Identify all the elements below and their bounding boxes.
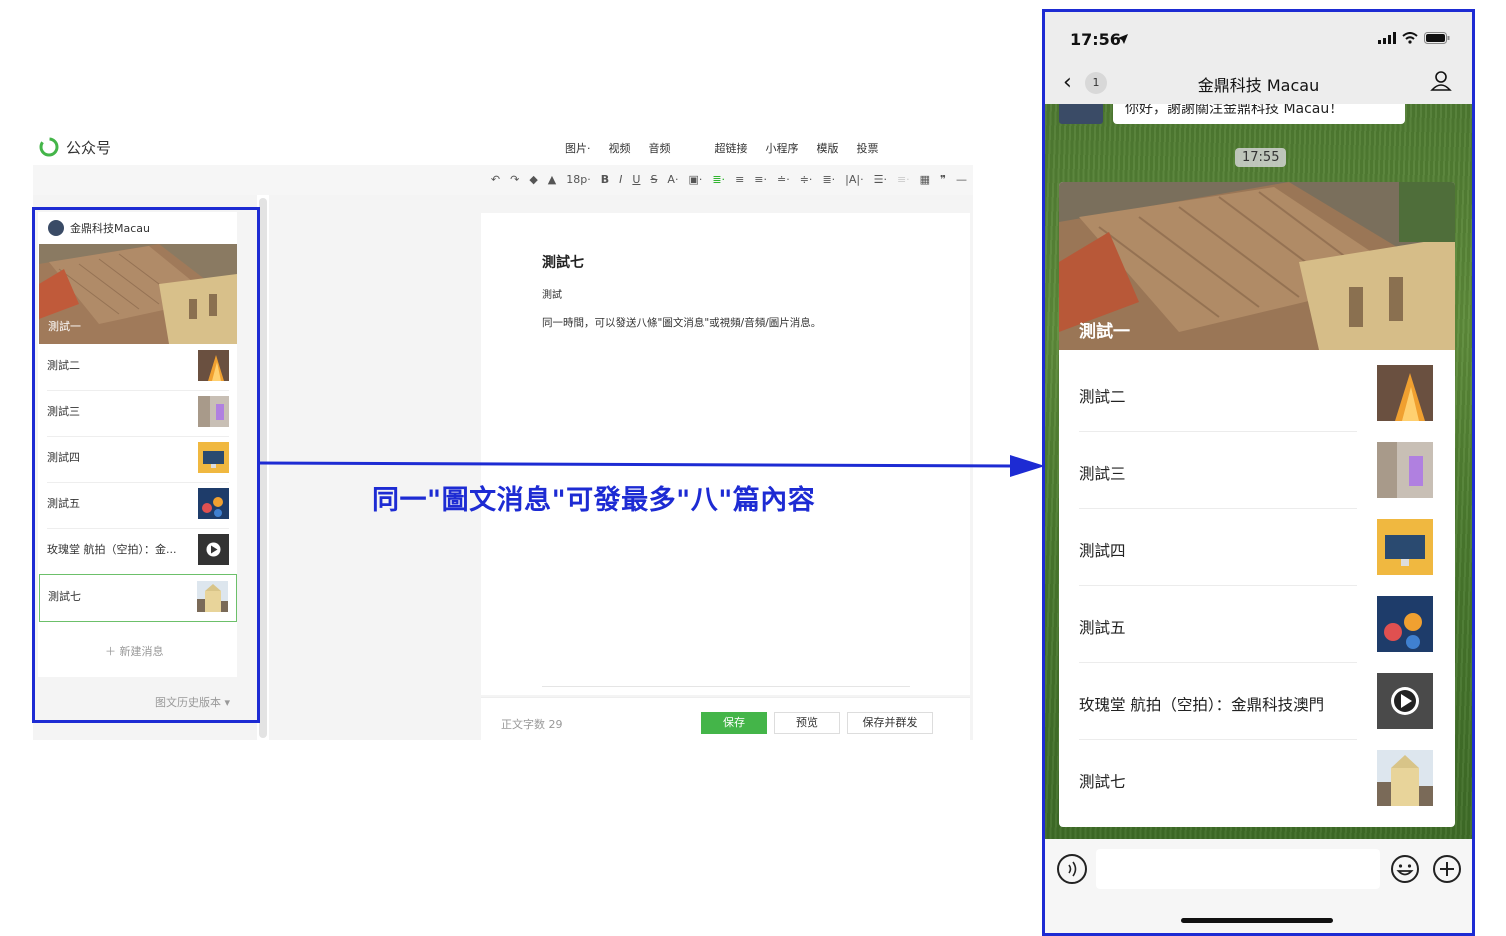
- computer-thumb[interactable]: [1377, 519, 1433, 575]
- table-icon[interactable]: ▦: [920, 173, 930, 186]
- eraser-icon[interactable]: ◆: [529, 173, 537, 186]
- person-icon[interactable]: [1430, 70, 1452, 92]
- undo-icon[interactable]: ↶: [491, 173, 500, 186]
- save-and-send-button[interactable]: 保存并群发: [847, 712, 933, 734]
- news-item[interactable]: 測試五: [1079, 585, 1357, 663]
- signal-icon: [1378, 32, 1396, 44]
- word-count: 正文字数 29: [501, 718, 563, 731]
- numbered-list-icon[interactable]: ≡·: [897, 173, 910, 186]
- font-size-select[interactable]: 18p·: [566, 173, 590, 186]
- wifi-icon: [1402, 32, 1418, 44]
- video-thumb[interactable]: [1377, 673, 1433, 729]
- insert-link-button[interactable]: 超链接: [715, 140, 748, 156]
- cover-title: 測試一: [1079, 322, 1130, 342]
- account-avatar[interactable]: [1059, 104, 1103, 124]
- news-item-title: 測試三: [1079, 465, 1126, 483]
- fire-thumb[interactable]: [1377, 365, 1433, 421]
- strikethrough-icon[interactable]: S: [650, 173, 657, 186]
- battery-icon: [1424, 32, 1450, 44]
- divider: [542, 686, 910, 687]
- vr-thumb[interactable]: [1377, 596, 1433, 652]
- chat-area[interactable]: 你好，謝謝關注金鼎科技 Macau！ 17:55 測試一 測試二 測試三 測試四…: [1045, 104, 1472, 839]
- list-icon[interactable]: ☰·: [874, 173, 887, 186]
- previous-message-bubble[interactable]: 你好，謝謝關注金鼎科技 Macau！: [1113, 104, 1405, 124]
- save-button[interactable]: 保存: [701, 712, 767, 734]
- chat-navbar: ‹ 1 金鼎科技 Macau: [1045, 62, 1472, 104]
- status-time: 17:56: [1070, 30, 1121, 49]
- quote-icon[interactable]: ❞: [940, 173, 946, 186]
- arrow-annotation: [258, 455, 1045, 477]
- background-color-icon[interactable]: ▣·: [688, 173, 702, 186]
- news-item-title: 測試五: [1079, 619, 1126, 637]
- indent-icon[interactable]: ≐·: [777, 173, 790, 186]
- news-item[interactable]: 玫瑰堂 航拍（空拍）：金鼎科技澳門: [1079, 662, 1357, 740]
- divider-icon[interactable]: —: [956, 173, 967, 186]
- article-title[interactable]: 測試七: [542, 252, 584, 272]
- preview-button[interactable]: 预览: [774, 712, 840, 734]
- line-height-icon[interactable]: ≑·: [800, 173, 813, 186]
- news-item[interactable]: 測試四: [1079, 508, 1357, 586]
- align-center-icon[interactable]: ≡: [735, 173, 744, 186]
- mp-logo-icon: [39, 137, 59, 157]
- article-body[interactable]: 同一時間，可以發送八條"圖文消息"或視頻/音頻/圖片消息。: [542, 315, 821, 330]
- status-bar: 17:56: [1045, 12, 1472, 62]
- insert-vote-button[interactable]: 投票: [857, 140, 879, 156]
- insert-toolbar: 图片· 视频 音频 超链接 小程序 模版 投票: [565, 140, 879, 156]
- insert-video-button[interactable]: 视频: [609, 140, 631, 156]
- voice-icon[interactable]: [1057, 854, 1087, 884]
- underline-icon[interactable]: U: [632, 173, 640, 186]
- bold-icon[interactable]: B: [601, 173, 609, 186]
- home-indicator: [1181, 918, 1333, 923]
- news-item[interactable]: 測試三: [1079, 431, 1357, 509]
- insert-miniprogram-button[interactable]: 小程序: [766, 140, 799, 156]
- news-card[interactable]: 測試一 測試二 測試三 測試四 測試五 玫瑰堂 航拍（空拍）：金鼎科技澳門 測試…: [1059, 182, 1455, 827]
- emoji-icon[interactable]: [1390, 854, 1420, 884]
- news-item-title: 測試四: [1079, 542, 1126, 560]
- purple-thumb[interactable]: [1377, 442, 1433, 498]
- plus-icon[interactable]: [1432, 854, 1462, 884]
- input-bar: [1045, 839, 1472, 933]
- news-item-title: 測試七: [1079, 773, 1126, 791]
- news-item[interactable]: 測試七: [1079, 739, 1357, 816]
- format-painter-icon[interactable]: ▲: [548, 173, 556, 186]
- church-thumb[interactable]: [1377, 750, 1433, 806]
- logo-label: 公众号: [66, 138, 112, 157]
- redo-icon[interactable]: ↷: [510, 173, 519, 186]
- align-right-icon[interactable]: ≡·: [754, 173, 767, 186]
- align-left-icon[interactable]: ≣·: [712, 173, 725, 186]
- font-color-icon[interactable]: A·: [667, 173, 678, 186]
- paragraph-spacing-icon[interactable]: ≣·: [822, 173, 835, 186]
- phone-screen: 17:56 ‹ 1 金鼎科技 Macau 你好，謝謝關注金鼎科技 Macau！ …: [1042, 9, 1475, 936]
- article-author[interactable]: 測試: [542, 286, 562, 301]
- message-timestamp: 17:55: [1235, 148, 1287, 167]
- insert-image-button[interactable]: 图片·: [565, 140, 591, 156]
- news-item[interactable]: 測試二: [1079, 354, 1357, 432]
- insert-template-button[interactable]: 模版: [817, 140, 839, 156]
- location-arrow-icon: [1118, 34, 1128, 44]
- list-highlight-frame: [32, 207, 260, 723]
- italic-icon[interactable]: I: [619, 173, 622, 186]
- caption-annotation: 同一"圖文消息"可發最多"八"篇內容: [372, 485, 816, 516]
- message-input[interactable]: [1096, 849, 1380, 889]
- news-item-title: 玫瑰堂 航拍（空拍）：金鼎科技澳門: [1079, 696, 1325, 714]
- letter-spacing-icon[interactable]: |A|·: [845, 173, 863, 186]
- format-toolbar: ↶ ↷ ◆ ▲ 18p· B I U S A· ▣· ≣· ≡ ≡· ≐· ≑·…: [33, 165, 973, 195]
- insert-audio-button[interactable]: 音频: [649, 140, 671, 156]
- chat-title: 金鼎科技 Macau: [1197, 76, 1320, 95]
- wechat-mp-logo[interactable]: 公众号: [38, 136, 111, 158]
- news-item-title: 測試二: [1079, 388, 1126, 406]
